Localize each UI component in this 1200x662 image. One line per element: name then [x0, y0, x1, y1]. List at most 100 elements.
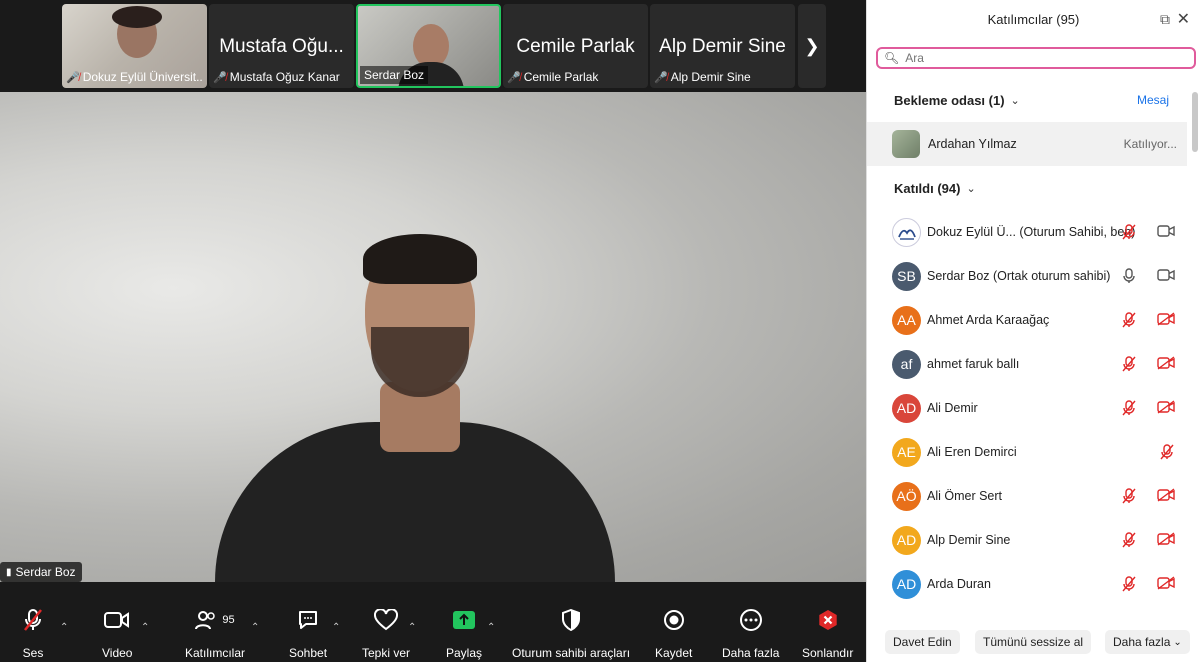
record-button[interactable]: Kaydet: [655, 606, 692, 660]
speaker-name: Serdar Boz: [15, 565, 76, 579]
video-tile-active[interactable]: Serdar Boz: [356, 4, 501, 88]
video-label: Video: [102, 646, 133, 660]
participant-name: Ali Demir: [927, 401, 978, 415]
mic-muted-icon[interactable]: [1121, 224, 1137, 243]
participant-list: Dokuz Eylül Ü... (Oturum Sahibi, ben) SB S…: [867, 210, 1187, 606]
mic-muted-icon[interactable]: [1121, 532, 1137, 551]
host-tools-button[interactable]: Oturum sahibi araçları: [512, 606, 630, 660]
camera-off-icon[interactable]: [1157, 532, 1175, 549]
chat-button[interactable]: Sohbet: [289, 606, 327, 660]
react-button[interactable]: Tepki ver: [362, 606, 410, 660]
chevron-down-icon: ⌄: [1010, 95, 1020, 107]
mic-muted-icon: [22, 606, 44, 634]
participant-name: Arda Duran: [927, 577, 991, 591]
message-waiting-link[interactable]: Mesaj: [1137, 93, 1169, 107]
avatar: SB: [892, 261, 921, 291]
mic-muted-icon[interactable]: [1121, 312, 1137, 331]
invite-button[interactable]: Davet Edin: [885, 630, 960, 654]
participant-row[interactable]: af ahmet faruk ballı: [867, 342, 1187, 386]
participant-row[interactable]: AD Ali Demir: [867, 386, 1187, 430]
waiting-room-header[interactable]: Bekleme odası (1) ⌄: [894, 93, 1020, 108]
university-logo-icon: [897, 229, 916, 240]
joined-header[interactable]: Katıldı (94) ⌄: [894, 181, 976, 196]
audio-button[interactable]: Ses: [22, 606, 44, 660]
participant-row[interactable]: AD Arda Duran: [867, 562, 1187, 606]
camera-off-icon[interactable]: [1157, 356, 1175, 373]
tile-label: 🎤̸ Mustafa Oğuz Kanar: [213, 70, 350, 84]
scrollbar[interactable]: [1192, 92, 1198, 152]
mic-muted-icon[interactable]: [1121, 576, 1137, 595]
end-meeting-button[interactable]: Sonlandır: [802, 606, 853, 660]
popout-icon[interactable]: ⧉: [1160, 11, 1170, 28]
participant-row[interactable]: SB Serdar Boz (Ortak oturum sahibi): [867, 254, 1187, 298]
waiting-participant-row[interactable]: Ardahan Yılmaz Katılıyor...: [867, 122, 1187, 166]
chat-label: Sohbet: [289, 646, 328, 660]
video-strip: 🎤̸ Dokuz Eylül Üniversit... Mustafa Oğu..…: [62, 4, 798, 88]
participant-row[interactable]: AÖ Ali Ömer Sert: [867, 474, 1187, 518]
participant-row[interactable]: Dokuz Eylül Ü... (Oturum Sahibi, ben): [867, 210, 1187, 254]
more-button[interactable]: Daha fazla: [722, 606, 779, 660]
mic-muted-icon[interactable]: [1121, 356, 1137, 375]
tile-label: 🎤̸ Alp Demir Sine: [654, 70, 791, 84]
react-options-caret-icon[interactable]: ⌃: [408, 622, 416, 633]
video-button[interactable]: Video: [102, 606, 132, 660]
share-button[interactable]: Paylaş: [446, 606, 482, 660]
chat-icon: [297, 606, 319, 634]
video-options-caret-icon[interactable]: ⌃: [141, 622, 149, 633]
mic-muted-icon[interactable]: [1159, 444, 1175, 463]
participant-name: Ahmet Arda Karaağaç: [927, 313, 1050, 327]
chevron-right-icon[interactable]: ❯: [798, 4, 826, 88]
shield-icon: [561, 606, 581, 634]
mic-muted-icon[interactable]: [1121, 400, 1137, 419]
end-label: Sonlandır: [802, 646, 854, 660]
participants-button[interactable]: 95 Katılımcılar: [185, 606, 245, 660]
camera-off-icon[interactable]: [1157, 576, 1175, 593]
camera-off-icon[interactable]: [1157, 312, 1175, 329]
search-input[interactable]: [905, 51, 1186, 65]
panel-footer: Davet Edin Tümünü sessize al Daha fazla ⌄: [867, 628, 1200, 662]
tile-label: 🎤̸ Dokuz Eylül Üniversit...: [66, 70, 203, 84]
camera-off-icon[interactable]: [1157, 400, 1175, 417]
mic-muted-icon[interactable]: [1121, 488, 1137, 507]
video-tile[interactable]: Alp Demir Sine 🎤̸ Alp Demir Sine: [650, 4, 795, 88]
camera-off-icon[interactable]: [1157, 488, 1175, 505]
video-tile[interactable]: Mustafa Oğu... 🎤̸ Mustafa Oğuz Kanar: [209, 4, 354, 88]
camera-icon: [104, 606, 130, 634]
video-tile[interactable]: 🎤̸ Dokuz Eylül Üniversit...: [62, 4, 207, 88]
more-options-button[interactable]: Daha fazla ⌄: [1105, 630, 1190, 654]
avatar: AD: [892, 569, 921, 599]
mute-all-button[interactable]: Tümünü sessize al: [975, 630, 1092, 654]
mic-icon[interactable]: [1121, 268, 1137, 287]
host-tools-label: Oturum sahibi araçları: [512, 646, 631, 660]
joining-status: Katılıyor...: [1123, 137, 1177, 151]
camera-icon[interactable]: [1157, 268, 1175, 285]
avatar: af: [892, 349, 921, 379]
audio-options-caret-icon[interactable]: ⌃: [60, 622, 68, 633]
participants-label: Katılımcılar: [185, 646, 246, 660]
participant-row[interactable]: AD Alp Demir Sine: [867, 518, 1187, 562]
meeting-area: 🎤̸ Dokuz Eylül Üniversit... Mustafa Oğu..…: [0, 0, 866, 662]
record-label: Kaydet: [655, 646, 693, 660]
share-options-caret-icon[interactable]: ⌃: [487, 622, 495, 633]
tile-label: Serdar Boz: [360, 66, 429, 84]
meeting-toolbar: Ses ⌃ Video ⌃ 95 Katılımcılar ⌃ Sohbet ⌃…: [0, 606, 866, 662]
tile-name: Serdar Boz: [364, 68, 425, 82]
video-tile[interactable]: Cemile Parlak 🎤̸ Cemile Parlak: [503, 4, 648, 88]
avatar: [892, 217, 921, 247]
participant-row[interactable]: AA Ahmet Arda Karaağaç: [867, 298, 1187, 342]
camera-icon[interactable]: [1157, 224, 1175, 241]
participants-options-caret-icon[interactable]: ⌃: [251, 622, 259, 633]
tile-big-name: Cemile Parlak: [516, 36, 635, 57]
participant-row[interactable]: AE Ali Eren Demirci: [867, 430, 1187, 474]
participant-name: Ardahan Yılmaz: [928, 137, 1017, 151]
tile-name: Mustafa Oğuz Kanar: [229, 70, 340, 84]
avatar: AA: [892, 305, 921, 335]
chat-options-caret-icon[interactable]: ⌃: [332, 622, 340, 633]
participants-panel: Katılımcılar (95) ⧉ ✕ 🔍︎ Bekleme odası (…: [866, 0, 1200, 662]
mic-muted-icon: 🎤̸: [66, 71, 80, 84]
close-icon[interactable]: ✕: [1177, 9, 1190, 29]
speaker-video: [215, 234, 615, 582]
avatar: AD: [892, 525, 921, 555]
more-options-label: Daha fazla: [1113, 635, 1171, 649]
share-screen-icon: [452, 606, 476, 634]
